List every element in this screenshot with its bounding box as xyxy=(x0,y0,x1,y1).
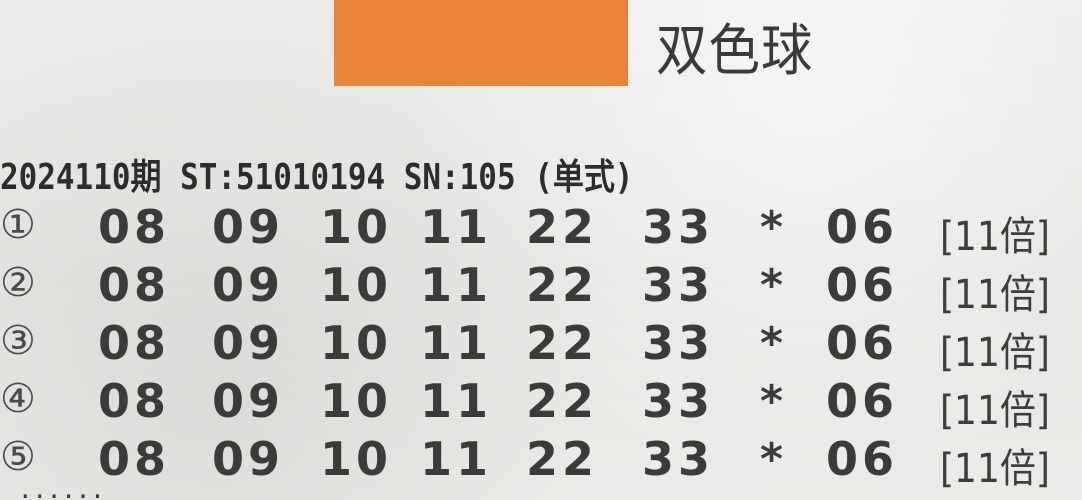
red-ball-number: 08 xyxy=(98,432,171,486)
red-ball-number: 11 xyxy=(420,432,493,486)
bet-index: ③ xyxy=(0,318,36,364)
bet-index: ⑤ xyxy=(0,434,36,480)
separator-asterisk: * xyxy=(760,434,784,485)
bet-line: ④ 08 09 10 11 22 33 * 06 [11倍] xyxy=(0,374,1082,434)
red-ball-number: 22 xyxy=(526,316,599,370)
red-ball-number: 08 xyxy=(98,258,171,312)
separator-asterisk: * xyxy=(760,260,784,311)
bet-line: ⑤ 08 09 10 11 22 33 * 06 [11倍] xyxy=(0,432,1082,492)
bet-line: ③ 08 09 10 11 22 33 * 06 [11倍] xyxy=(0,316,1082,376)
orange-logo-block xyxy=(334,0,628,86)
red-ball-number: 11 xyxy=(420,374,493,428)
red-ball-number: 33 xyxy=(642,374,715,428)
red-ball-number: 22 xyxy=(526,200,599,254)
red-ball-number: 33 xyxy=(642,258,715,312)
red-ball-number: 08 xyxy=(98,200,171,254)
blue-ball-number: 06 xyxy=(826,316,899,370)
bet-line: ① 08 09 10 11 22 33 * 06 [11倍] xyxy=(0,200,1082,260)
red-ball-number: 08 xyxy=(98,316,171,370)
red-ball-number: 09 xyxy=(212,316,285,370)
separator-asterisk: * xyxy=(760,202,784,253)
red-ball-number: 10 xyxy=(320,432,393,486)
red-ball-number: 33 xyxy=(642,316,715,370)
red-ball-number: 09 xyxy=(212,200,285,254)
draw-info-line: 2024110期 ST:51010194 SN:105 (单式) xyxy=(0,157,634,198)
bet-index: ② xyxy=(0,260,36,306)
multiple-label: [11倍] xyxy=(940,388,1050,434)
red-ball-number: 33 xyxy=(642,432,715,486)
red-ball-number: 22 xyxy=(526,258,599,312)
red-ball-number: 11 xyxy=(420,200,493,254)
red-ball-number: 10 xyxy=(320,374,393,428)
red-ball-number: 22 xyxy=(526,432,599,486)
red-ball-number: 11 xyxy=(420,316,493,370)
bet-line: ② 08 09 10 11 22 33 * 06 [11倍] xyxy=(0,258,1082,318)
cut-off-footer-text: ...... xyxy=(0,488,1082,500)
blue-ball-number: 06 xyxy=(826,432,899,486)
bet-index: ④ xyxy=(0,376,36,422)
multiple-label: [11倍] xyxy=(940,214,1050,260)
red-ball-number: 08 xyxy=(98,374,171,428)
red-ball-number: 09 xyxy=(212,432,285,486)
red-ball-number: 09 xyxy=(212,258,285,312)
red-ball-number: 10 xyxy=(320,258,393,312)
red-ball-number: 10 xyxy=(320,200,393,254)
game-title: 双色球 xyxy=(656,19,814,84)
multiple-label: [11倍] xyxy=(940,446,1050,492)
bet-index: ① xyxy=(0,202,36,248)
red-ball-number: 22 xyxy=(526,374,599,428)
red-ball-number: 33 xyxy=(642,200,715,254)
red-ball-number: 09 xyxy=(212,374,285,428)
multiple-label: [11倍] xyxy=(940,330,1050,376)
red-ball-number: 10 xyxy=(320,316,393,370)
multiple-label: [11倍] xyxy=(940,272,1050,318)
blue-ball-number: 06 xyxy=(826,258,899,312)
red-ball-number: 11 xyxy=(420,258,493,312)
lottery-ticket: 双色球 2024110期 ST:51010194 SN:105 (单式) ① 08… xyxy=(0,0,1082,500)
separator-asterisk: * xyxy=(760,376,784,427)
separator-asterisk: * xyxy=(760,318,784,369)
blue-ball-number: 06 xyxy=(826,374,899,428)
blue-ball-number: 06 xyxy=(826,200,899,254)
